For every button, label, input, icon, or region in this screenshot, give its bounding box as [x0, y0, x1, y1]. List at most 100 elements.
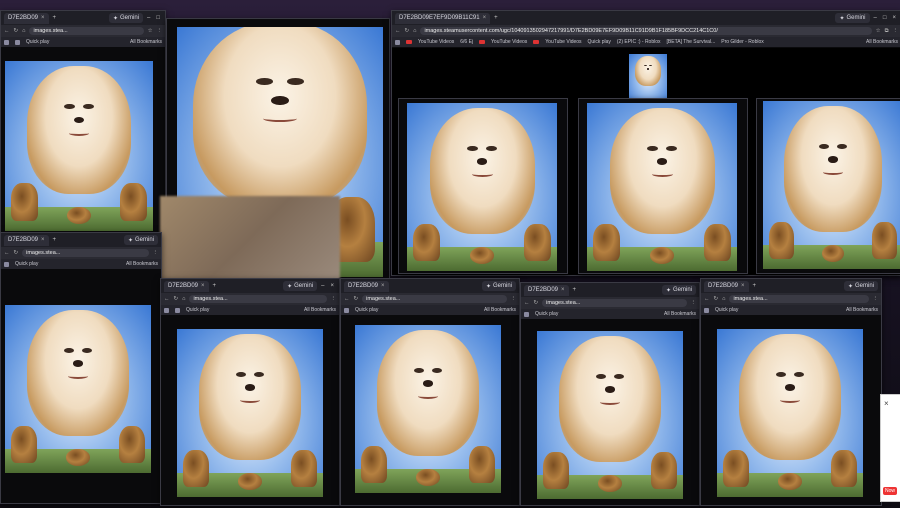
back-icon[interactable]: ← — [4, 28, 10, 34]
close-window-button[interactable]: × — [330, 283, 334, 289]
new-tab-button[interactable]: + — [753, 283, 757, 289]
bookmark-item[interactable]: (2) EPIC :) - Roblox — [617, 39, 661, 45]
browser-window[interactable] — [398, 98, 568, 274]
browser-tab[interactable]: D7E2BD09E7EF9D09B11C91 × — [395, 12, 491, 24]
bookmark-all[interactable]: All Bookmarks — [130, 39, 162, 45]
back-icon[interactable]: ← — [164, 296, 170, 302]
menu-icon[interactable]: ⋮ — [893, 28, 899, 34]
back-icon[interactable]: ← — [704, 296, 710, 302]
gemini-button[interactable]: ✦ Gemini — [283, 281, 318, 291]
minimize-button[interactable]: – — [147, 15, 150, 21]
menu-icon[interactable]: ⋮ — [691, 300, 697, 306]
back-icon[interactable]: ← — [395, 28, 401, 34]
browser-window[interactable]: D7E2BD09 × + ✦ Gemini ← ↻ images.stea... ⋮ … — [520, 282, 700, 506]
back-icon[interactable]: ← — [524, 300, 530, 306]
new-tab-button[interactable]: + — [213, 283, 217, 289]
close-tab-icon[interactable]: × — [41, 237, 45, 243]
back-icon[interactable]: ← — [4, 250, 10, 256]
close-tab-icon[interactable]: × — [41, 15, 45, 21]
address-bar[interactable]: images.stea... — [189, 295, 327, 303]
close-tab-icon[interactable]: × — [201, 283, 205, 289]
bookmark-all[interactable]: All Bookmarks — [126, 261, 158, 267]
menu-icon[interactable]: ⋮ — [153, 250, 159, 256]
bookmark-item[interactable]: Pro Gilder - Roblox — [721, 39, 764, 45]
new-tab-button[interactable]: + — [53, 237, 57, 243]
maximize-button[interactable]: □ — [156, 15, 160, 21]
reload-icon[interactable]: ↻ — [14, 28, 19, 34]
menu-icon[interactable]: ⋮ — [157, 28, 163, 34]
maximize-button[interactable]: □ — [883, 15, 887, 21]
reload-icon[interactable]: ↻ — [174, 296, 179, 302]
browser-window[interactable]: D7E2BD09 × + ✦ Gemini ← ↻ ⌂ images.stea... ⋮… — [700, 278, 882, 506]
bookmark-item[interactable]: YouTube Videos — [491, 39, 527, 45]
gemini-button[interactable]: ✦ Gemini — [843, 281, 878, 291]
address-bar[interactable]: images.stea... — [542, 299, 687, 307]
reload-icon[interactable]: ↻ — [354, 296, 359, 302]
reload-icon[interactable]: ↻ — [714, 296, 719, 302]
address-bar[interactable]: images.steamusercontent.com/ugc/10409135… — [420, 27, 872, 35]
browser-window[interactable]: D7E2BD09 × + ✦ Gemini ← ↻ images.stea... ⋮ … — [0, 232, 162, 504]
close-tab-icon[interactable]: × — [741, 283, 745, 289]
bookmark-all[interactable]: All Bookmarks — [484, 307, 516, 313]
browser-tab[interactable]: D7E2BD09 × — [4, 12, 49, 24]
browser-window[interactable]: D7E2BD09 × + ✦ Gemini – □ ← ↻ ⌂ images.stea..… — [0, 10, 166, 237]
bookmark-all[interactable]: All Bookmarks — [846, 307, 878, 313]
close-tab-icon[interactable]: × — [381, 283, 385, 289]
browser-window[interactable] — [578, 98, 748, 274]
address-bar[interactable]: images.stea... — [362, 295, 507, 303]
bookmark-item[interactable]: YouTube Videos — [418, 39, 454, 45]
close-tab-icon[interactable]: × — [561, 287, 565, 293]
reload-icon[interactable]: ↻ — [405, 28, 410, 34]
minimize-button[interactable]: – — [874, 15, 877, 21]
close-tab-icon[interactable]: × — [483, 15, 487, 21]
menu-icon[interactable]: ⋮ — [331, 296, 337, 302]
gemini-button[interactable]: ✦ Gemini — [481, 281, 516, 291]
back-icon[interactable]: ← — [344, 296, 350, 302]
bookmark-quick-play[interactable]: Quick play — [186, 307, 209, 313]
menu-icon[interactable]: ⋮ — [873, 296, 879, 302]
browser-window[interactable]: D7E2BD09 × ✦ Gemini ← ↻ images.stea... ⋮ Qu… — [340, 278, 520, 506]
home-icon[interactable]: ⌂ — [182, 296, 185, 302]
browser-tab[interactable]: D7E2BD09 × — [344, 280, 389, 292]
close-window-button[interactable]: × — [892, 15, 896, 21]
close-icon[interactable]: × — [884, 399, 889, 408]
address-bar[interactable]: images.stea... — [22, 249, 149, 257]
bookmark-item[interactable]: 6/6 Ej — [460, 39, 473, 45]
home-icon[interactable]: ⌂ — [722, 296, 725, 302]
home-icon[interactable]: ⌂ — [22, 28, 25, 34]
extensions-icon[interactable]: ⧉ — [885, 28, 889, 35]
bookmark-all[interactable]: All Bookmarks — [866, 39, 898, 45]
browser-tab[interactable]: D7E2BD09 × — [4, 234, 49, 246]
new-tab-button[interactable]: + — [53, 15, 57, 21]
new-tab-button[interactable]: + — [573, 287, 577, 293]
address-bar[interactable]: images.stea... — [729, 295, 869, 303]
address-bar[interactable]: images.stea... — [29, 27, 144, 35]
home-icon[interactable]: ⌂ — [413, 28, 416, 34]
bookmark-quick-play[interactable]: Quick play — [26, 39, 49, 45]
reload-icon[interactable]: ↻ — [14, 250, 19, 256]
bookmark-quick-play[interactable]: Quick play — [535, 311, 558, 317]
bookmark-quick-play[interactable]: Quick play — [15, 261, 38, 267]
menu-icon[interactable]: ⋮ — [511, 296, 517, 302]
new-tab-button[interactable]: + — [494, 15, 498, 21]
bookmark-item[interactable]: YouTube Videos — [545, 39, 581, 45]
bookmark-item[interactable]: [BETA] The Survival... — [667, 39, 716, 45]
star-icon[interactable]: ☆ — [148, 28, 153, 34]
bookmark-quick-play[interactable]: Quick play — [588, 39, 611, 45]
gemini-button[interactable]: ✦ Gemini — [661, 285, 696, 295]
bookmark-all[interactable]: All Bookmarks — [304, 307, 336, 313]
gemini-button[interactable]: ✦ Gemini — [835, 13, 870, 23]
star-icon[interactable]: ☆ — [876, 28, 881, 34]
browser-window[interactable]: D7E2BD09 × + ✦ Gemini – × ← ↻ ⌂ images.stea..… — [160, 278, 340, 506]
notification-card[interactable]: × Now — [880, 394, 900, 502]
gemini-button[interactable]: ✦ Gemini — [108, 13, 144, 23]
browser-tab[interactable]: D7E2BD09 × — [704, 280, 749, 292]
gemini-button[interactable]: ✦ Gemini — [123, 235, 158, 245]
browser-window[interactable] — [756, 98, 900, 274]
browser-tab[interactable]: D7E2BD09 × — [524, 284, 569, 296]
minimize-button[interactable]: – — [321, 283, 324, 289]
bookmark-all[interactable]: All Bookmarks — [664, 311, 696, 317]
reload-icon[interactable]: ↻ — [534, 300, 539, 306]
bookmark-quick-play[interactable]: Quick play — [355, 307, 378, 313]
bookmark-quick-play[interactable]: Quick play — [715, 307, 738, 313]
